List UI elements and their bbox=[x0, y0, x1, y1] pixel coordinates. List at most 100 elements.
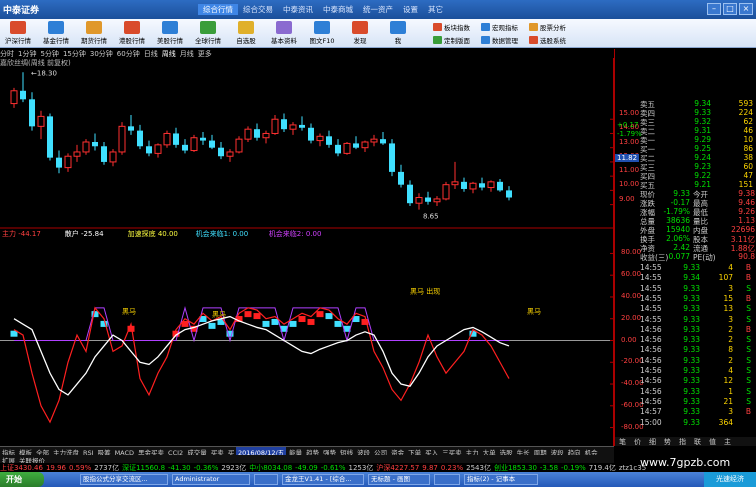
trade-volume: 15 bbox=[723, 293, 733, 303]
side-toolbar-button[interactable]: 股票分析 bbox=[529, 22, 566, 33]
candle-body bbox=[226, 151, 234, 157]
menu-item[interactable]: 设置 bbox=[398, 4, 423, 15]
compass-icon bbox=[352, 21, 368, 34]
candle-body bbox=[262, 132, 270, 139]
candle-body bbox=[353, 143, 359, 148]
menu-item[interactable]: 其它 bbox=[423, 4, 448, 15]
extension-tabs: 扩展 关联报价 bbox=[0, 455, 614, 465]
quote-panel-tab[interactable]: 主 bbox=[720, 438, 735, 446]
toolbar-button[interactable]: 自选股 bbox=[231, 21, 261, 47]
stat-label: PE(动) bbox=[693, 253, 716, 262]
title-bar: 中泰证券 综合行情 综合交易 中泰资讯 中泰商城 统一资产 设置 其它 – □ × bbox=[0, 0, 756, 19]
chart-area[interactable]: ←18.30 8.65 主力 -44.17 散户 -25.84 加速探底 40.00 机会… bbox=[0, 58, 614, 446]
trade-time: 14:56 bbox=[640, 366, 662, 375]
candle-body bbox=[299, 124, 305, 128]
taskbar-item[interactable]: 无标题 - 画图 bbox=[368, 474, 430, 485]
trade-side: S bbox=[746, 355, 751, 365]
period-tab[interactable]: 月线 bbox=[180, 50, 194, 58]
trade-volume: 8 bbox=[728, 345, 733, 355]
toolbar-button[interactable]: 沪深行情 bbox=[3, 21, 33, 47]
order-book-row: 买二 9.24 38 bbox=[615, 153, 756, 163]
period-tab[interactable]: 5分钟 bbox=[40, 50, 58, 58]
tray-app[interactable]: 光速经济 bbox=[704, 472, 756, 487]
period-tab[interactable]: 分时 bbox=[0, 50, 14, 58]
stat-row: 涨跌 -0.17 最高 9.46 bbox=[615, 198, 756, 208]
side-toolbar-button[interactable]: 定制版面 bbox=[433, 35, 470, 46]
taskbar-item[interactable]: 股指公式分享交流区... bbox=[80, 474, 168, 485]
menu-item[interactable]: 综合行情 bbox=[198, 4, 238, 15]
taskbar-item[interactable]: Administrator bbox=[172, 474, 250, 485]
quote-panel-tab[interactable]: 联 bbox=[690, 438, 705, 446]
taskbar-item[interactable] bbox=[254, 474, 278, 485]
maximize-icon[interactable]: □ bbox=[723, 3, 737, 15]
menu-item[interactable]: 中泰资讯 bbox=[278, 4, 318, 15]
start-button[interactable]: 开始 bbox=[0, 472, 44, 487]
side-toolbar-button[interactable]: 宏观指标 bbox=[481, 22, 518, 33]
quote-panel-tab[interactable]: 笔 bbox=[615, 438, 630, 446]
indicator-axis-label: 60.00 bbox=[621, 270, 642, 279]
toolbar-button[interactable]: 发现 bbox=[345, 21, 375, 47]
toolbar-button[interactable]: 全球行情 bbox=[193, 21, 223, 47]
trade-price: 9.33 bbox=[683, 345, 700, 355]
close-icon[interactable]: × bbox=[739, 3, 753, 15]
quote-panel-tab[interactable]: 价 bbox=[630, 438, 645, 446]
menu-item[interactable]: 中泰商城 bbox=[318, 4, 358, 15]
taskbar-item[interactable]: 指标(2) - 记事本 bbox=[464, 474, 538, 485]
side-button-label: 宏观指标 bbox=[492, 24, 518, 32]
period-tab[interactable]: 15分钟 bbox=[63, 50, 86, 58]
period-tab[interactable]: 周线 bbox=[162, 50, 176, 58]
toolbar-button[interactable]: 港股行情 bbox=[117, 21, 147, 47]
trade-row: 14:56 9.33 12 S bbox=[640, 376, 754, 385]
toolbar-button-label: 基金行情 bbox=[43, 37, 69, 45]
signal-block bbox=[316, 311, 324, 318]
candle-body bbox=[326, 136, 332, 145]
toolbar-button[interactable]: 基本资料 bbox=[269, 21, 299, 47]
stat-row: 收益(三) 0.077 PE(动) 90.8 bbox=[615, 252, 756, 262]
quote-panel-tab[interactable]: 指 bbox=[675, 438, 690, 446]
taskbar-item[interactable]: 金龙王V1.41 - [综合... bbox=[282, 474, 364, 485]
trade-row: 14:55 9.33 3 S bbox=[640, 315, 754, 324]
taskbar-item[interactable] bbox=[434, 474, 460, 485]
menu-item[interactable]: 统一资产 bbox=[358, 4, 398, 15]
us-icon bbox=[162, 21, 178, 34]
ticker-value: 9.87 bbox=[422, 464, 438, 472]
quote-panel-tab[interactable]: 值 bbox=[705, 438, 720, 446]
toolbar-button-label: 发现 bbox=[353, 37, 367, 45]
candle-body bbox=[56, 157, 62, 168]
candle-body bbox=[497, 181, 503, 191]
period-tab[interactable]: 30分钟 bbox=[90, 50, 113, 58]
menu-item[interactable]: 综合交易 bbox=[238, 4, 278, 15]
candle-body bbox=[370, 138, 378, 143]
minimize-icon[interactable]: – bbox=[707, 3, 721, 15]
period-tab[interactable]: 日线 bbox=[144, 50, 158, 58]
toolbar-button-label: 全球行情 bbox=[195, 37, 221, 45]
toolbar-button[interactable]: 美股行情 bbox=[155, 21, 185, 47]
ticker-value: 创业1853.30 bbox=[493, 464, 537, 472]
quote-panel-tab[interactable]: 细 bbox=[645, 438, 660, 446]
period-tab[interactable]: 1分钟 bbox=[18, 50, 36, 58]
trade-time: 14:56 bbox=[640, 386, 662, 396]
candle-body bbox=[308, 127, 314, 141]
toolbar-button[interactable]: 图文F10 bbox=[307, 21, 337, 47]
ticker-value: 1253亿 bbox=[348, 464, 374, 472]
toolbar-button-label: 自选股 bbox=[236, 37, 256, 45]
side-toolbar-button[interactable]: 数据管理 bbox=[481, 35, 518, 46]
indicator-header-value: 机会来临1: 0.00 bbox=[196, 229, 249, 238]
toolbar-button[interactable]: 我 bbox=[383, 21, 413, 47]
side-toolbar-button[interactable]: 板块指数 bbox=[433, 22, 470, 33]
side-toolbar-button[interactable]: 选股系统 bbox=[529, 35, 566, 46]
candle-body bbox=[163, 132, 171, 146]
order-price: 9.25 bbox=[694, 144, 711, 153]
toolbar-button[interactable]: 基金行情 bbox=[41, 21, 71, 47]
ticker-value: -3.58 bbox=[539, 464, 559, 472]
layout-icon bbox=[433, 36, 442, 44]
trade-row: 14:56 9.33 21 S bbox=[640, 397, 754, 406]
trade-price: 9.33 bbox=[683, 396, 700, 406]
candle-body bbox=[101, 146, 107, 162]
period-tab[interactable]: 更多 bbox=[198, 50, 212, 58]
period-tab[interactable]: 60分钟 bbox=[117, 50, 140, 58]
indicator-tabs: 指标模板全部主力洗盘RSI吸筹MACD黑金买卖CCI2成交量买卖买卖MACD加速… bbox=[0, 446, 614, 467]
toolbar-button[interactable]: 期货行情 bbox=[79, 21, 109, 47]
trade-price: 9.33 bbox=[683, 366, 700, 375]
quote-panel-tab[interactable]: 势 bbox=[660, 438, 675, 446]
